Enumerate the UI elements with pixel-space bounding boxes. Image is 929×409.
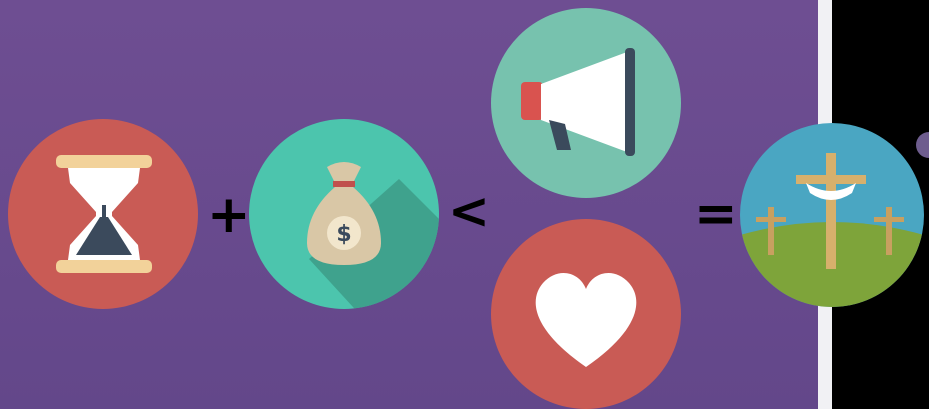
crosses-hill-icon (740, 123, 924, 307)
dollar-sign: $ (336, 222, 351, 247)
plus-operator: + (207, 185, 251, 245)
equals-operator: = (694, 184, 738, 244)
less-than-operator: < (448, 182, 490, 240)
megaphone-icon (491, 8, 681, 198)
money-bag-icon: $ (249, 119, 439, 309)
heart-icon (491, 219, 681, 409)
hourglass-icon (8, 119, 198, 309)
